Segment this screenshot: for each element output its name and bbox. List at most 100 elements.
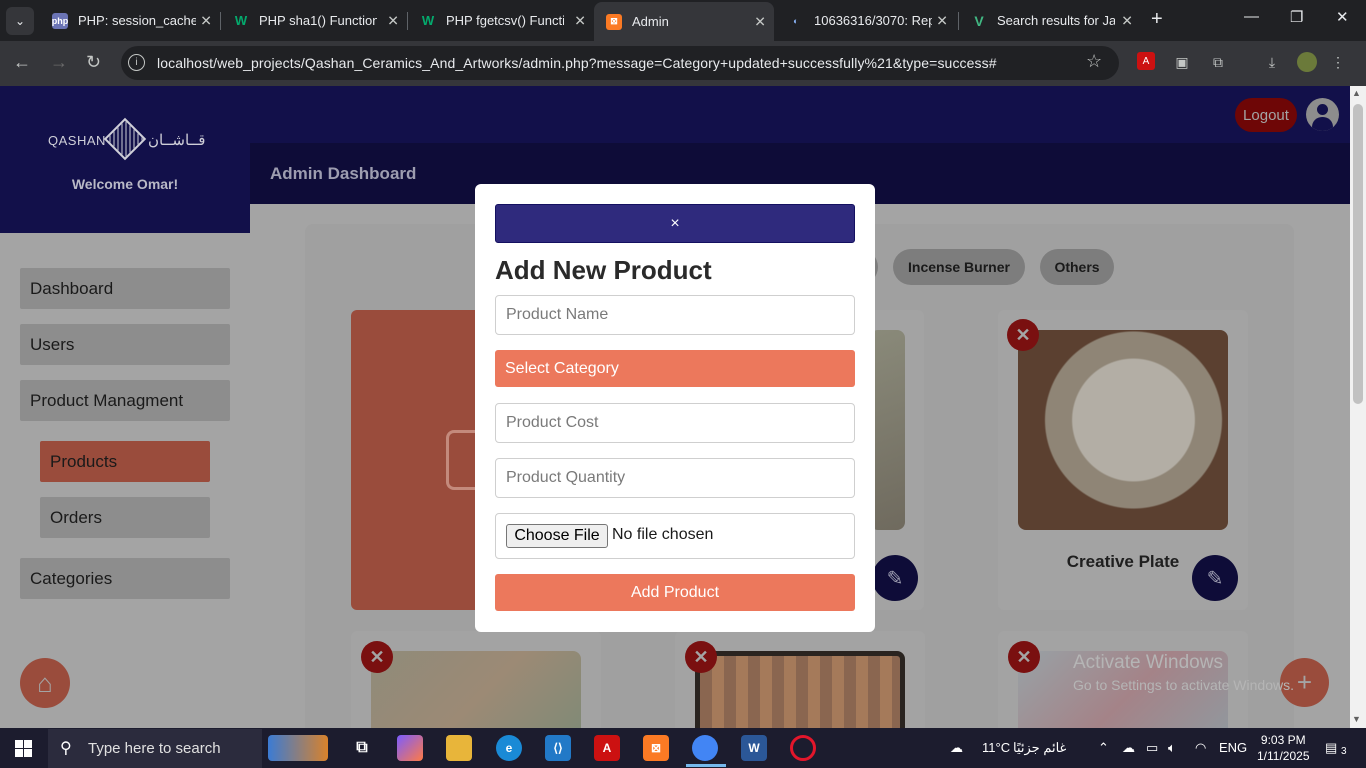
product-name-input[interactable]: Product Name	[495, 295, 855, 335]
user-avatar-icon[interactable]	[1306, 98, 1339, 131]
bookmark-star-icon[interactable]: ☆	[1086, 51, 1102, 72]
site-info-icon[interactable]: i	[128, 54, 145, 71]
modal-title: Add New Product	[495, 255, 712, 285]
new-tab-icon[interactable]: +	[1151, 8, 1163, 31]
notification-count: 3	[1341, 746, 1347, 757]
close-tab-icon[interactable]: ✕	[200, 12, 212, 29]
sidebar-item-dashboard[interactable]: Dashboard	[20, 268, 230, 309]
pdf-extension-icon[interactable]: A	[1137, 52, 1155, 70]
weather-temp[interactable]: 11°C	[982, 740, 1010, 755]
download-icon[interactable]: ⤓	[1262, 52, 1282, 72]
logo-text: QASHAN	[48, 133, 106, 148]
language-indicator[interactable]: ENG	[1219, 740, 1247, 755]
close-tab-icon[interactable]: ✕	[387, 12, 399, 29]
weather-description[interactable]: غائم جزئيًا	[1013, 740, 1066, 756]
acrobat-icon[interactable]: A	[594, 735, 620, 761]
delete-icon[interactable]: ✕	[1007, 319, 1039, 351]
delete-icon[interactable]: ✕	[361, 641, 393, 673]
product-image	[870, 330, 905, 530]
modal-close-button[interactable]: ×	[495, 204, 855, 243]
browser-tab[interactable]: W PHP sha1() Function ✕	[221, 4, 407, 37]
copilot-icon[interactable]	[397, 735, 423, 761]
logo-arabic: قــاشــان	[148, 132, 206, 149]
product-image	[695, 651, 905, 728]
browser-tab[interactable]: W PHP fgetcsv() Function ✕	[408, 4, 594, 37]
delete-icon[interactable]: ✕	[685, 641, 717, 673]
restore-icon[interactable]: ❐	[1290, 8, 1303, 26]
sidebar-item-products[interactable]: Products	[40, 441, 210, 482]
tab-search-chevron-icon[interactable]: ⌄	[6, 7, 34, 35]
edge-icon[interactable]: e	[496, 735, 522, 761]
delete-icon[interactable]: ✕	[1008, 641, 1040, 673]
show-hidden-icons-icon[interactable]: ⌃	[1098, 740, 1109, 756]
add-product-modal: × Add New Product Product Name Select Ca…	[475, 184, 875, 632]
home-icon[interactable]: ⌂	[20, 658, 70, 708]
welcome-text: Welcome Omar!	[71, 176, 179, 192]
wifi-icon[interactable]: ◠	[1195, 740, 1206, 756]
clock[interactable]: 9:03 PM 1/11/2025	[1257, 732, 1310, 764]
scroll-up-icon[interactable]: ▲	[1352, 88, 1361, 98]
close-window-icon[interactable]: ✕	[1336, 8, 1349, 26]
sidebar-header: QASHAN قــاشــان Welcome Omar!	[0, 86, 250, 233]
forward-icon[interactable]: →	[50, 52, 68, 73]
product-image	[371, 651, 581, 728]
search-highlight-icon[interactable]	[268, 735, 328, 761]
repo-icon: ◐	[793, 15, 799, 26]
close-tab-icon[interactable]: ✕	[1121, 12, 1133, 29]
windows-start-icon[interactable]	[15, 740, 32, 757]
logout-button[interactable]: Logout	[1235, 98, 1297, 132]
file-status: No file chosen	[612, 526, 714, 543]
volume-icon[interactable]: 🔈︎	[1168, 740, 1176, 756]
product-cost-input[interactable]: Product Cost	[495, 403, 855, 443]
notification-icon[interactable]: ▤	[1325, 740, 1337, 756]
battery-icon[interactable]: ▭	[1146, 740, 1158, 756]
browser-tab[interactable]: V Search results for Jar ✕	[959, 4, 1141, 37]
sidebar-item-users[interactable]: Users	[20, 324, 230, 365]
profile-avatar[interactable]	[1297, 52, 1317, 72]
page-content: QASHAN قــاشــان Welcome Omar! Dashboard…	[0, 86, 1350, 728]
vue-icon: V	[974, 12, 984, 29]
sidebar-item-product-management[interactable]: Product Managment	[20, 380, 230, 421]
edit-icon[interactable]: ✎	[872, 555, 918, 601]
scroll-down-icon[interactable]: ▼	[1352, 714, 1361, 724]
search-icon: ⚲	[60, 740, 72, 757]
sidebar-item-categories[interactable]: Categories	[20, 558, 230, 599]
clock-date: 1/11/2025	[1257, 749, 1310, 763]
logo-mark-icon	[103, 117, 147, 161]
xampp-taskbar-icon[interactable]: ⊠	[643, 735, 669, 761]
close-tab-icon[interactable]: ✕	[754, 13, 766, 30]
filter-others[interactable]: Others	[1040, 249, 1114, 285]
onedrive-icon[interactable]: ☁	[1122, 740, 1135, 756]
extensions-icon[interactable]: ⧉	[1208, 52, 1228, 72]
sidebar-item-orders[interactable]: Orders	[40, 497, 210, 538]
task-view-icon[interactable]: ⧉	[349, 735, 375, 761]
scrollbar-thumb[interactable]	[1353, 104, 1363, 404]
category-select[interactable]: Select Category	[495, 350, 855, 387]
product-image	[1018, 330, 1228, 530]
word-icon[interactable]: W	[741, 735, 767, 761]
chrome-icon[interactable]	[692, 735, 718, 761]
back-icon[interactable]: ←	[13, 52, 31, 73]
opera-icon[interactable]	[790, 735, 816, 761]
top-header	[250, 86, 1350, 143]
menu-dots-icon[interactable]: ⋮	[1328, 52, 1348, 72]
close-tab-icon[interactable]: ✕	[936, 12, 948, 29]
add-product-button[interactable]: Add Product	[495, 574, 855, 611]
taskbar-search-text[interactable]: Type here to search	[88, 740, 221, 757]
url-text[interactable]: localhost/web_projects/Qashan_Ceramics_A…	[157, 55, 997, 71]
vscode-icon[interactable]: ⟨⟩	[545, 735, 571, 761]
choose-file-button[interactable]: Choose File	[506, 524, 608, 548]
product-quantity-input[interactable]: Product Quantity	[495, 458, 855, 498]
browser-tab[interactable]: php PHP: session_cache_e ✕	[40, 4, 220, 37]
close-tab-icon[interactable]: ✕	[574, 12, 586, 29]
minimize-icon[interactable]: —	[1244, 8, 1259, 25]
activate-windows-watermark: Activate Windows	[1073, 652, 1223, 673]
reload-icon[interactable]: ↻	[86, 52, 101, 73]
file-explorer-icon[interactable]	[446, 735, 472, 761]
browser-tab[interactable]: ◐ 10636316/3070: Repo ✕	[776, 4, 956, 37]
weather-icon[interactable]: ☁	[950, 740, 963, 756]
edit-icon[interactable]: ✎	[1192, 555, 1238, 601]
filter-incense-burner[interactable]: Incense Burner	[893, 249, 1025, 285]
browser-tab-active[interactable]: ⊠ Admin ✕	[594, 2, 774, 41]
sidebar-icon[interactable]: ▣	[1172, 52, 1192, 72]
